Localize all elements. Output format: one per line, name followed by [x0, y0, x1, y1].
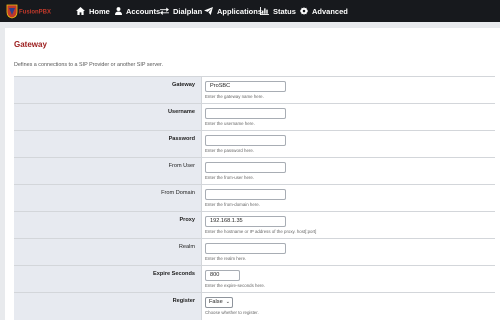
form-row-gateway: Gateway ProSBC Enter the gateway name he…: [14, 76, 495, 104]
nav-advanced[interactable]: Advanced: [300, 3, 348, 19]
page-description: Defines a connections to a SIP Provider …: [14, 62, 164, 68]
nav-dialplan-label: Dialplan: [173, 6, 203, 16]
expire-seconds-hint: Enter the expire-seconds here.: [205, 283, 266, 288]
gateway-label: Gateway: [171, 82, 195, 88]
form-row-realm: Realm Enter the realm here.: [14, 238, 495, 266]
chevron-down-icon: ⌄: [225, 299, 230, 305]
nav-status-label: Status: [273, 6, 296, 16]
proxy-input[interactable]: 192.168.1.35: [205, 216, 286, 227]
gear-icon: [300, 7, 308, 15]
from-domain-label: From Domain: [161, 190, 195, 196]
home-icon: [76, 7, 85, 15]
register-select[interactable]: False ⌄: [205, 297, 233, 308]
form-row-from-domain: From Domain Enter the from-domain here.: [14, 184, 495, 212]
nav-applications-label: Applications: [217, 6, 263, 16]
nav-home-label: Home: [89, 6, 110, 16]
from-domain-input[interactable]: [205, 189, 286, 200]
proxy-hint: Enter the hostname or IP address of the …: [205, 229, 317, 234]
from-user-input[interactable]: [205, 162, 286, 173]
password-input[interactable]: [205, 135, 286, 146]
realm-label: Realm: [178, 244, 195, 250]
top-navbar: FusionPBX Home Accounts Dialplan Applica…: [0, 0, 500, 22]
gateway-hint: Enter the gateway name here.: [205, 94, 264, 99]
username-hint: Enter the username here.: [205, 121, 255, 126]
form-row-register: Register False ⌄ Choose whether to regis…: [14, 292, 495, 320]
nav-home[interactable]: Home: [76, 3, 110, 19]
nav-accounts-label: Accounts: [126, 6, 161, 16]
fusionpbx-logo[interactable]: FusionPBX: [5, 3, 57, 19]
nav-dialplan[interactable]: Dialplan: [160, 3, 202, 19]
page-title: Gateway: [14, 40, 47, 49]
expire-seconds-input[interactable]: 800: [205, 270, 240, 281]
gateway-input[interactable]: ProSBC: [205, 81, 286, 92]
form-row-proxy: Proxy 192.168.1.35 Enter the hostname or…: [14, 211, 495, 239]
from-user-hint: Enter the from-user here.: [205, 175, 255, 180]
svg-text:FusionPBX: FusionPBX: [19, 10, 51, 16]
form-row-expire-seconds: Expire Seconds 800 Enter the expire-seco…: [14, 265, 495, 293]
nav-applications[interactable]: Applications: [204, 3, 262, 19]
nav-accounts[interactable]: Accounts: [115, 3, 160, 19]
nav-status[interactable]: Status: [260, 3, 296, 19]
exchange-arrows-icon: [160, 7, 169, 15]
expire-seconds-label: Expire Seconds: [153, 271, 195, 277]
register-label: Register: [172, 298, 195, 304]
proxy-label: Proxy: [179, 217, 195, 223]
register-select-value: False: [209, 299, 223, 305]
password-label: Password: [168, 136, 195, 142]
username-input[interactable]: [205, 108, 286, 119]
form-row-password: Password Enter the password here.: [14, 130, 495, 158]
from-user-label: From User: [168, 163, 195, 169]
register-hint: Choose whether to register.: [205, 310, 259, 315]
from-domain-hint: Enter the from-domain here.: [205, 202, 260, 207]
form-row-from-user: From User Enter the from-user here.: [14, 157, 495, 185]
paper-plane-icon: [204, 7, 213, 15]
realm-hint: Enter the realm here.: [205, 256, 247, 261]
bar-chart-icon: [260, 7, 269, 15]
form-row-username: Username Enter the username here.: [14, 103, 495, 131]
user-icon: [115, 7, 122, 15]
gateway-form-panel: Gateway Defines a connections to a SIP P…: [5, 28, 500, 320]
password-hint: Enter the password here.: [205, 148, 255, 153]
nav-advanced-label: Advanced: [312, 6, 348, 16]
username-label: Username: [167, 109, 195, 115]
realm-input[interactable]: [205, 243, 286, 254]
